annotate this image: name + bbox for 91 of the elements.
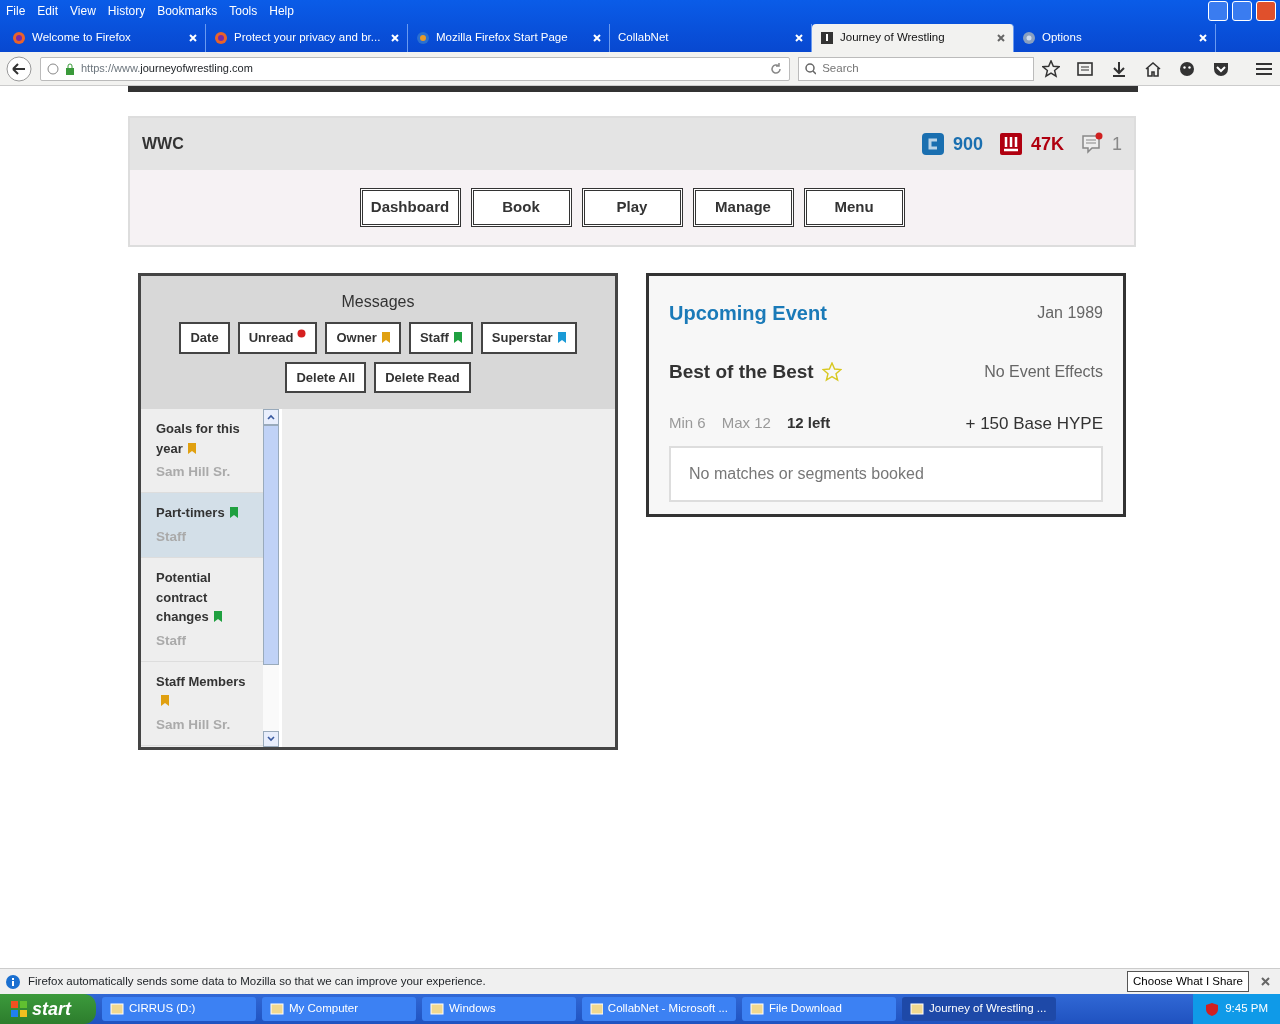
event-name: Best of the Best	[669, 360, 814, 384]
lock-icon	[65, 62, 75, 75]
stat-value: 47K	[1030, 132, 1064, 156]
filter-button[interactable]: Owner	[325, 322, 401, 354]
bookings-empty-message: No matches or segments booked	[669, 446, 1103, 502]
message-sender: Sam Hill Sr.	[156, 715, 232, 734]
event-effects: No Event Effects	[984, 362, 1103, 383]
browser-tab[interactable]: Journey of Wrestling	[812, 24, 1014, 52]
reading-list-icon[interactable]	[1076, 59, 1094, 78]
taskbar-item[interactable]: CollabNet - Microsoft ...	[582, 997, 736, 1021]
nav-button[interactable]: Book	[470, 188, 572, 227]
search-box[interactable]: Search	[798, 56, 1034, 81]
event-heading: Upcoming Event	[669, 301, 827, 326]
messages-title: Messages	[340, 292, 416, 312]
menu-item[interactable]: Help	[269, 2, 294, 20]
shield-icon	[1205, 1002, 1220, 1016]
fox-icon	[12, 31, 26, 45]
message-sender: Staff	[156, 527, 187, 546]
message-title: Potential contract changes	[156, 568, 249, 627]
stat-value: 1	[1112, 132, 1122, 156]
bars-icon	[998, 132, 1023, 156]
menu-item[interactable]: File	[6, 2, 26, 20]
url-text: https://www.journeyofwrestling.com	[81, 61, 253, 77]
download-icon[interactable]	[1110, 59, 1128, 78]
reload-icon[interactable]	[769, 61, 783, 76]
message-title: Staff Members	[156, 671, 249, 711]
message-title: Goals for this year	[156, 420, 241, 458]
minimize-button[interactable]	[1208, 1, 1228, 21]
close-icon[interactable]	[997, 34, 1005, 42]
message-sender: Sam Hill Sr.	[156, 463, 232, 481]
event-date: Jan 1989	[1037, 303, 1103, 323]
clock-time: 9:45 PM	[1225, 1001, 1268, 1017]
gear-icon	[1022, 31, 1036, 45]
chat-icon	[1080, 132, 1104, 156]
filter-button[interactable]: Unread	[237, 322, 318, 354]
message-title: Part-timers	[156, 503, 249, 523]
home-icon[interactable]	[1144, 59, 1162, 78]
message-sender: Staff	[156, 631, 187, 650]
menu-item[interactable]: History	[107, 2, 146, 20]
menu-item[interactable]: Bookmarks	[157, 2, 218, 20]
start-button[interactable]: start	[0, 994, 96, 1024]
close-icon[interactable]	[1261, 977, 1270, 986]
window-icon	[110, 1002, 124, 1016]
nav-button[interactable]: Dashboard	[359, 188, 461, 227]
smiley-icon[interactable]	[1178, 59, 1196, 78]
menu-item[interactable]: View	[70, 2, 96, 20]
windows-logo-icon	[10, 1000, 28, 1018]
filter-button[interactable]: Staff	[408, 322, 473, 354]
window-icon	[590, 1002, 603, 1016]
delete-button[interactable]: Delete Read	[374, 361, 471, 393]
brand-title: WWC	[142, 134, 184, 154]
taskbar-item[interactable]: My Computer	[262, 997, 416, 1021]
nav-button[interactable]: Play	[581, 188, 683, 227]
letter-logo-icon	[820, 31, 834, 45]
taskbar-item[interactable]: Windows	[422, 997, 576, 1021]
taskbar-item[interactable]: CIRRUS (D:)	[102, 997, 256, 1021]
window-icon	[750, 1002, 764, 1016]
scroll-up-icon[interactable]	[267, 413, 275, 420]
taskbar-item[interactable]: Journey of Wrestling ...	[902, 997, 1056, 1021]
coin-icon	[920, 132, 945, 156]
nav-button[interactable]: Menu	[803, 188, 905, 227]
address-field[interactable]: https://www.journeyofwrestling.com	[40, 56, 790, 81]
stat-value: 900	[952, 132, 983, 156]
window-icon	[430, 1002, 444, 1016]
menu-item[interactable]: Tools	[229, 2, 258, 20]
window-icon	[910, 1002, 924, 1016]
slots-left: 12 left	[786, 413, 831, 433]
search-icon	[805, 62, 817, 75]
base-hype: + 150 Base HYPE	[965, 412, 1103, 435]
star-icon[interactable]	[1042, 59, 1060, 78]
scroll-down-icon[interactable]	[267, 735, 275, 742]
notification-text: Firefox automatically sends some data to Mozilla so that we can improve your experience.	[28, 973, 486, 989]
menu-item[interactable]: Edit	[37, 2, 59, 20]
window-icon	[270, 1002, 284, 1016]
globe-icon	[416, 31, 430, 45]
min-count: Min 6	[669, 413, 706, 433]
nav-button[interactable]: Manage	[692, 188, 794, 227]
info-icon	[6, 974, 20, 989]
choose-share-button[interactable]: Choose What I Share	[1127, 970, 1249, 993]
filter-button[interactable]: Date	[179, 322, 230, 354]
filter-button[interactable]: Superstar	[480, 322, 577, 354]
close-button[interactable]	[1256, 1, 1276, 21]
taskbar-item[interactable]: File Download	[742, 997, 896, 1021]
info-icon	[47, 62, 59, 75]
restore-button[interactable]	[1232, 1, 1252, 21]
back-icon[interactable]	[6, 55, 32, 82]
fox-icon	[214, 31, 228, 45]
scrollbar[interactable]	[263, 409, 279, 747]
max-count: Max 12	[721, 413, 771, 433]
delete-button[interactable]: Delete All	[285, 361, 367, 393]
message-item[interactable]: Part-timers Staff	[141, 493, 263, 558]
